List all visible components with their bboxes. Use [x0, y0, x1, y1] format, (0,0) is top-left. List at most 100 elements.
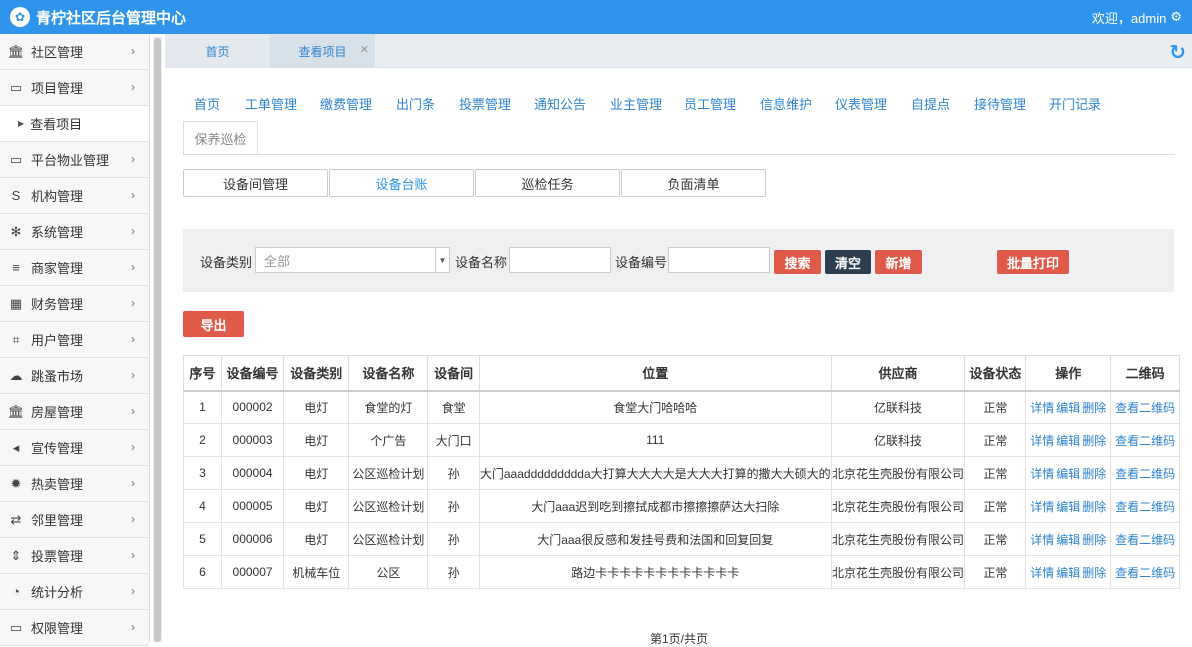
- sidebar-item-11[interactable]: ✹ 热卖管理 ›: [0, 466, 149, 502]
- scrollbar-thumb[interactable]: [154, 38, 161, 642]
- delete-link[interactable]: 删除: [1082, 533, 1106, 547]
- sidebar-item-10[interactable]: ◂ 宣传管理 ›: [0, 430, 149, 466]
- edit-link[interactable]: 编辑: [1056, 500, 1080, 514]
- edit-link[interactable]: 编辑: [1056, 467, 1080, 481]
- qr-cell: 查看二维码: [1110, 456, 1180, 490]
- module-nav-item-10[interactable]: 自提点: [911, 94, 950, 113]
- view-qr-link[interactable]: 查看二维码: [1115, 533, 1175, 547]
- module-nav-item-2[interactable]: 缴费管理: [320, 94, 372, 113]
- detail-link[interactable]: 详情: [1030, 401, 1054, 415]
- table-cell: 2: [183, 423, 222, 457]
- sub-tab-2[interactable]: 巡检任务: [475, 169, 620, 197]
- edit-link[interactable]: 编辑: [1056, 566, 1080, 580]
- sidebar-item-15[interactable]: ▭ 权限管理 ›: [0, 610, 149, 646]
- sidebar-item-1[interactable]: ▭ 项目管理 ›: [0, 70, 149, 106]
- delete-link[interactable]: 删除: [1082, 566, 1106, 580]
- chevron-down-icon: ▼: [435, 248, 449, 272]
- clear-button[interactable]: 清空: [825, 250, 871, 274]
- sub-tab-3[interactable]: 负面清单: [621, 169, 766, 197]
- delete-link[interactable]: 删除: [1082, 500, 1106, 514]
- detail-link[interactable]: 详情: [1030, 533, 1054, 547]
- name-label: 设备名称: [455, 255, 508, 270]
- detail-link[interactable]: 详情: [1030, 500, 1054, 514]
- detail-link[interactable]: 详情: [1030, 467, 1054, 481]
- sidebar-item-3[interactable]: S 机构管理 ›: [0, 178, 149, 214]
- sidebar-item-label: 邻里管理: [31, 513, 84, 528]
- sidebar-item-4[interactable]: ✻ 系统管理 ›: [0, 214, 149, 250]
- detail-link[interactable]: 详情: [1030, 566, 1054, 580]
- module-nav-item-3[interactable]: 出门条: [396, 94, 435, 113]
- view-qr-link[interactable]: 查看二维码: [1115, 500, 1175, 514]
- name-input[interactable]: [509, 247, 611, 273]
- detail-link[interactable]: 详情: [1030, 434, 1054, 448]
- edit-link[interactable]: 编辑: [1056, 401, 1080, 415]
- sidebar-scrollbar[interactable]: [153, 36, 162, 642]
- delete-link[interactable]: 删除: [1082, 467, 1106, 481]
- module-nav-item-0[interactable]: 首页: [194, 94, 220, 113]
- delete-link[interactable]: 删除: [1082, 401, 1106, 415]
- sidebar-item-14[interactable]: ◔ 统计分析 ›: [0, 574, 149, 610]
- module-nav-item-11[interactable]: 接待管理: [974, 94, 1026, 113]
- refresh-icon[interactable]: ↻: [1169, 40, 1186, 65]
- batch-print-button[interactable]: 批量打印: [997, 250, 1069, 274]
- table-cell: 孙: [427, 456, 480, 490]
- sub-tab-0[interactable]: 设备间管理: [183, 169, 328, 197]
- bank-icon: 🏛: [7, 43, 25, 59]
- module-tab-maintenance[interactable]: 保养巡检: [183, 121, 258, 155]
- close-icon[interactable]: ✕: [360, 43, 369, 56]
- type-select[interactable]: 全部 ▼: [255, 247, 450, 273]
- add-button[interactable]: 新增: [875, 250, 922, 274]
- table-row: 2 000003 电灯 个广告 大门口 111 亿联科技 正常 详情 编辑 删除 查看二维码: [183, 423, 1180, 457]
- sidebar-item-6[interactable]: ▦ 财务管理 ›: [0, 286, 149, 322]
- edit-link[interactable]: 编辑: [1056, 434, 1080, 448]
- window-icon: ▭: [9, 619, 23, 635]
- sidebar-item-label: 商家管理: [31, 261, 84, 276]
- module-nav-item-6[interactable]: 业主管理: [610, 94, 662, 113]
- table-cell: 北京花生壳股份有限公司: [830, 555, 966, 589]
- sidebar-sub-item-view-project[interactable]: ▶ 查看项目: [0, 106, 149, 142]
- module-nav-item-9[interactable]: 仪表管理: [835, 94, 887, 113]
- sidebar-item-label: 用户管理: [31, 333, 84, 348]
- module-nav-item-12[interactable]: 开门记录: [1049, 94, 1101, 113]
- table-cell: 食堂的灯: [348, 390, 429, 424]
- view-qr-link[interactable]: 查看二维码: [1115, 434, 1175, 448]
- module-nav-item-8[interactable]: 信息维护: [760, 94, 812, 113]
- welcome-menu[interactable]: 欢迎，admin ⚙: [1092, 8, 1182, 27]
- module-nav-item-1[interactable]: 工单管理: [245, 94, 297, 113]
- module-nav-item-7[interactable]: 员工管理: [684, 94, 736, 113]
- sidebar-item-2[interactable]: ▭ 平台物业管理 ›: [0, 142, 149, 178]
- pie-chart-icon: ◔: [12, 584, 20, 599]
- sidebar-item-7[interactable]: ⌗ 用户管理 ›: [0, 322, 149, 358]
- tab-current[interactable]: 查看项目 ✕: [270, 34, 375, 68]
- table-cell: 食堂: [427, 390, 480, 424]
- tab-home[interactable]: 首页: [165, 34, 270, 68]
- qr-cell: 查看二维码: [1110, 489, 1180, 523]
- delete-link[interactable]: 删除: [1082, 434, 1106, 448]
- table-cell: 公区巡检计划: [348, 456, 429, 490]
- ops-cell: 详情 编辑 删除: [1025, 423, 1112, 457]
- sidebar-item-8[interactable]: ☁ 跳蚤市场 ›: [0, 358, 149, 394]
- code-input[interactable]: [668, 247, 770, 273]
- search-button[interactable]: 搜索: [774, 250, 821, 274]
- edit-link[interactable]: 编辑: [1056, 533, 1080, 547]
- sidebar-item-5[interactable]: ≡ 商家管理 ›: [0, 250, 149, 286]
- sidebar-item-13[interactable]: ⇕ 投票管理 ›: [0, 538, 149, 574]
- sidebar-sub-item-label: 查看项目: [30, 117, 83, 132]
- yelp-icon: ✻: [10, 223, 22, 239]
- sub-tab-1[interactable]: 设备台账: [329, 169, 474, 197]
- sidebar-item-12[interactable]: ⇄ 邻里管理 ›: [0, 502, 149, 538]
- view-qr-link[interactable]: 查看二维码: [1115, 566, 1175, 580]
- view-qr-link[interactable]: 查看二维码: [1115, 401, 1175, 415]
- gear-icon[interactable]: ⚙: [1170, 9, 1182, 25]
- module-nav-item-5[interactable]: 通知公告: [534, 94, 586, 113]
- view-qr-link[interactable]: 查看二维码: [1115, 467, 1175, 481]
- ops-cell: 详情 编辑 删除: [1025, 555, 1112, 589]
- sidebar-item-9[interactable]: 🏛 房屋管理 ›: [0, 394, 149, 430]
- sidebar-item-label: 系统管理: [31, 225, 84, 240]
- sidebar-item-0[interactable]: 🏛 社区管理 ›: [0, 34, 149, 70]
- welcome-text: 欢迎，admin: [1091, 10, 1167, 26]
- filter-bar: 设备类别 全部 ▼ 设备名称 设备编号 搜索 清空 新增 批量打印: [183, 229, 1174, 292]
- export-button[interactable]: 导出: [183, 311, 244, 337]
- table-cell: 正常: [964, 555, 1027, 589]
- module-nav-item-4[interactable]: 投票管理: [459, 94, 511, 113]
